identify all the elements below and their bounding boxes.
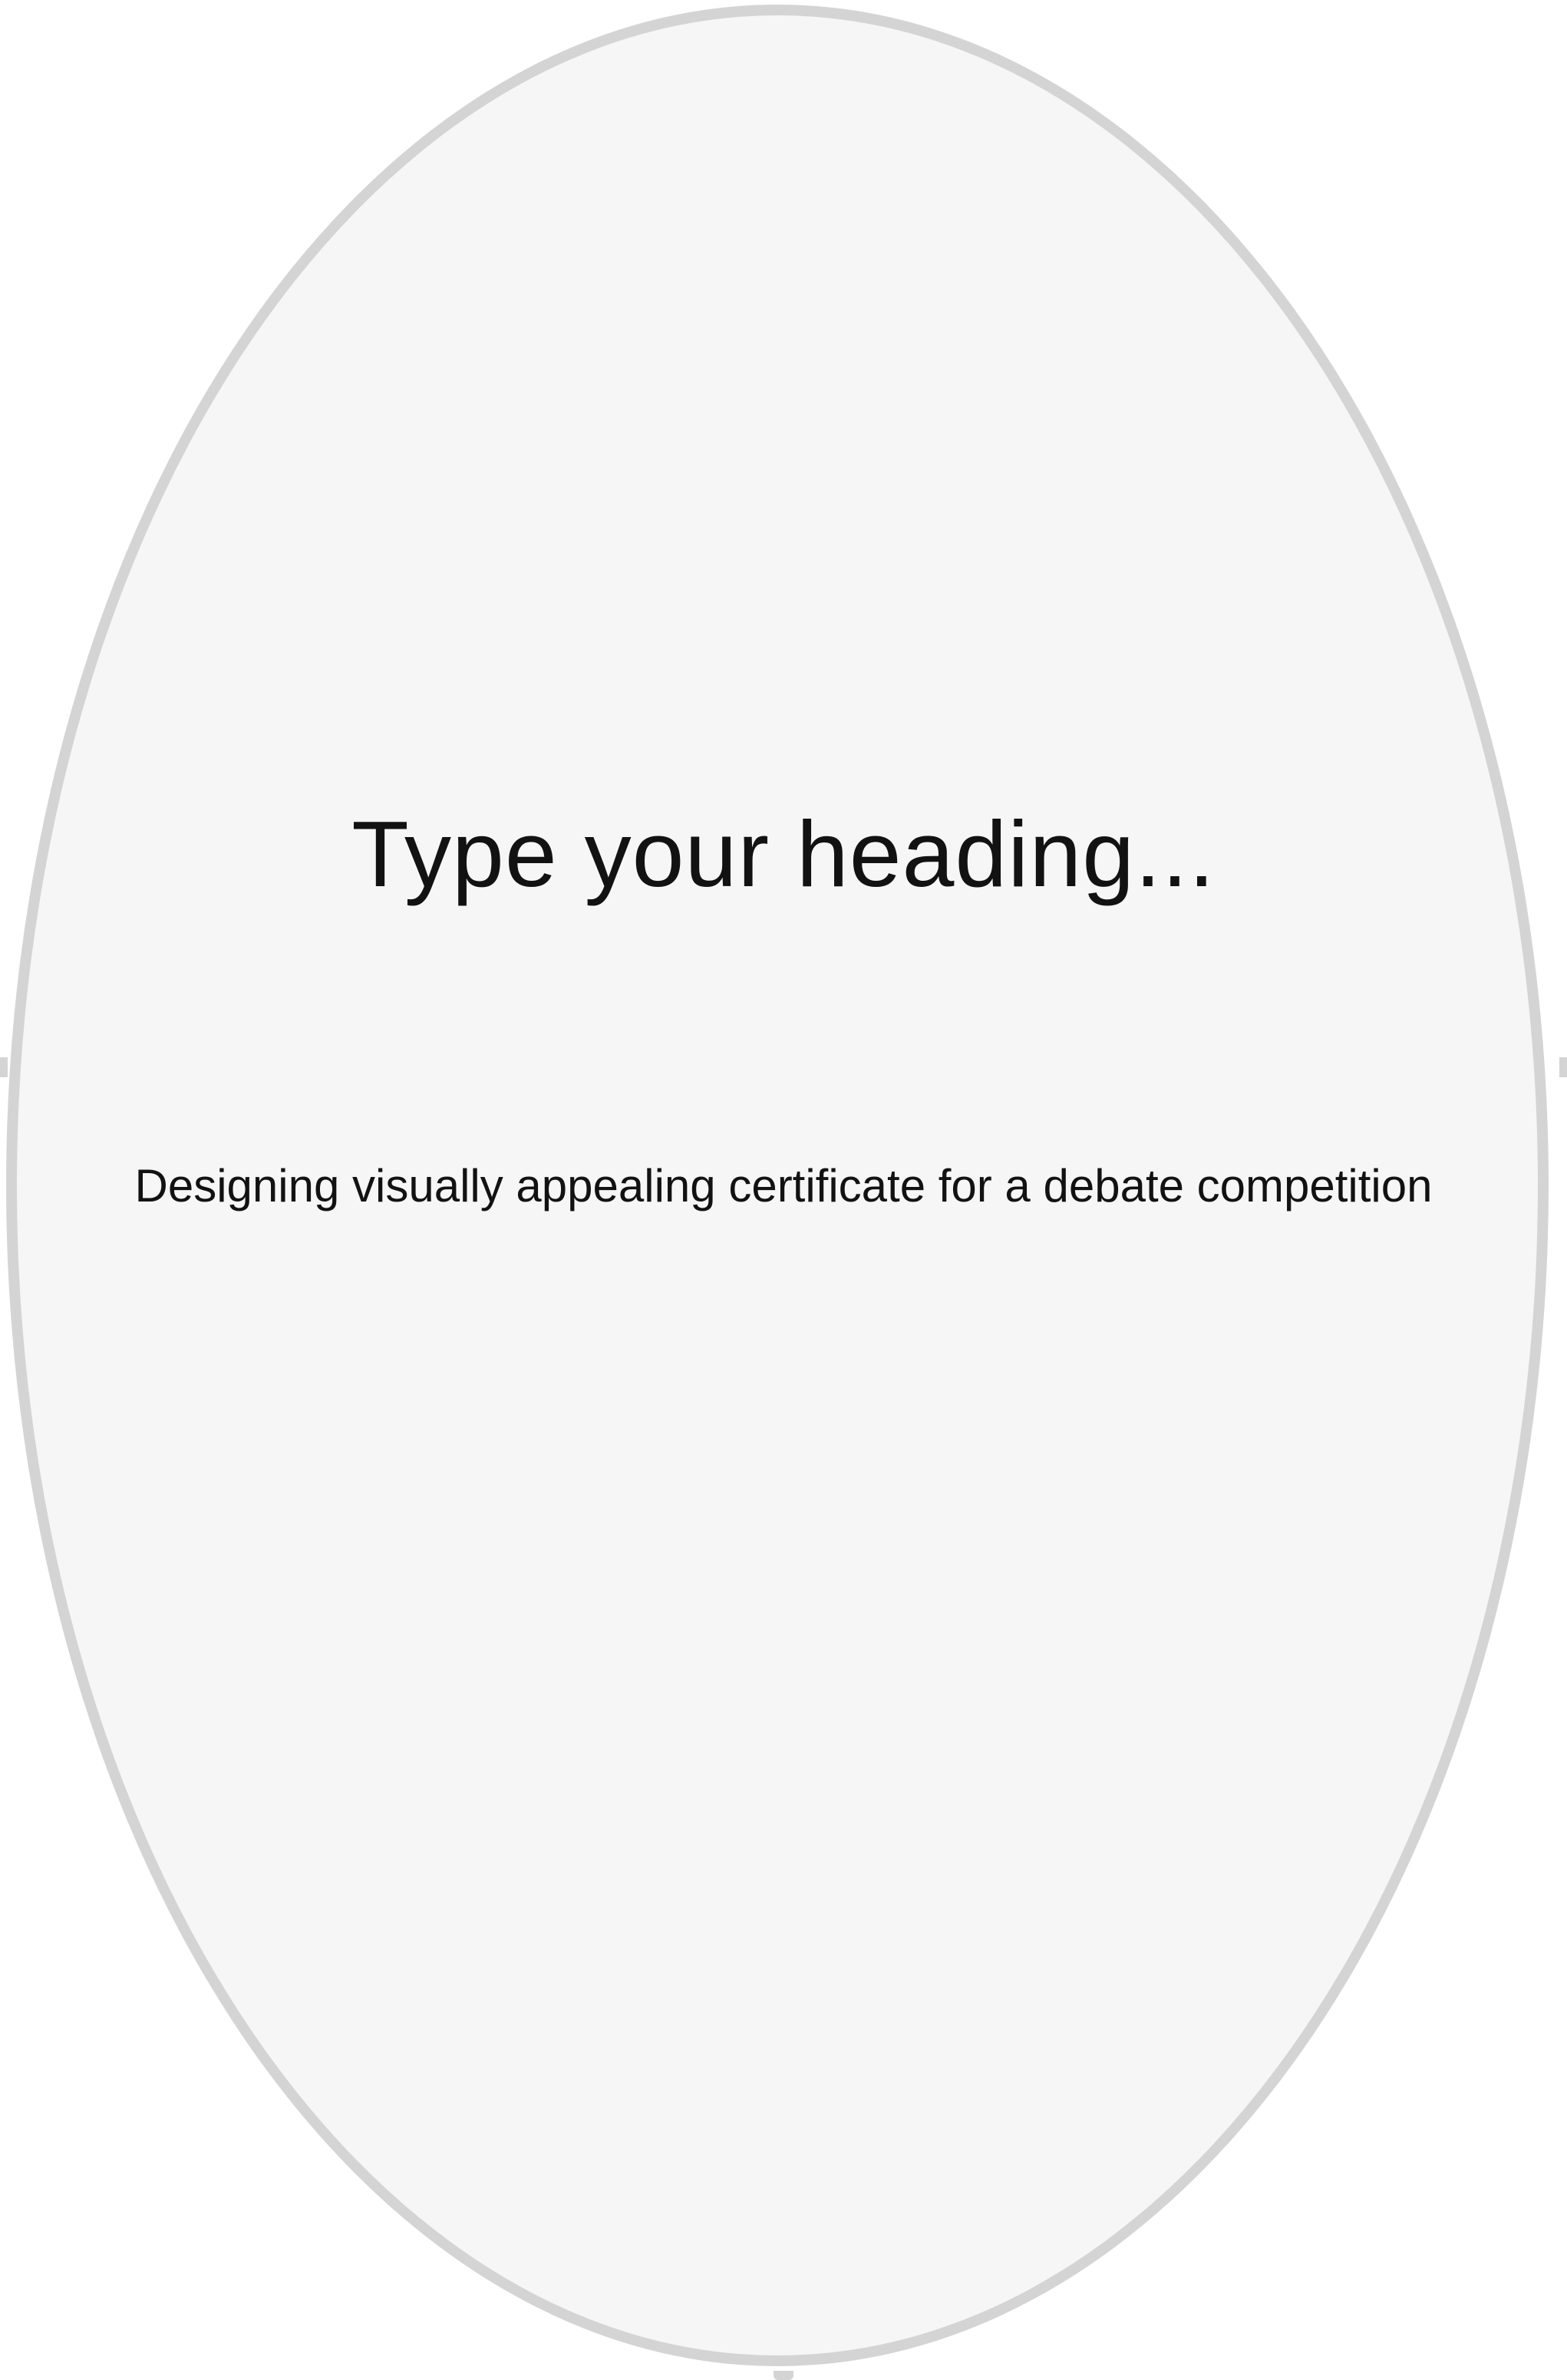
- heading-text[interactable]: Type your heading...: [0, 798, 1567, 910]
- resize-handle-right[interactable]: [1559, 1057, 1567, 1077]
- resize-handle-bottom[interactable]: [774, 2371, 793, 2380]
- description-text[interactable]: Designing visually appealing certificate…: [0, 1159, 1567, 1214]
- design-canvas: Type your heading... Designing visually …: [0, 0, 1567, 2380]
- resize-handle-left[interactable]: [0, 1057, 8, 1077]
